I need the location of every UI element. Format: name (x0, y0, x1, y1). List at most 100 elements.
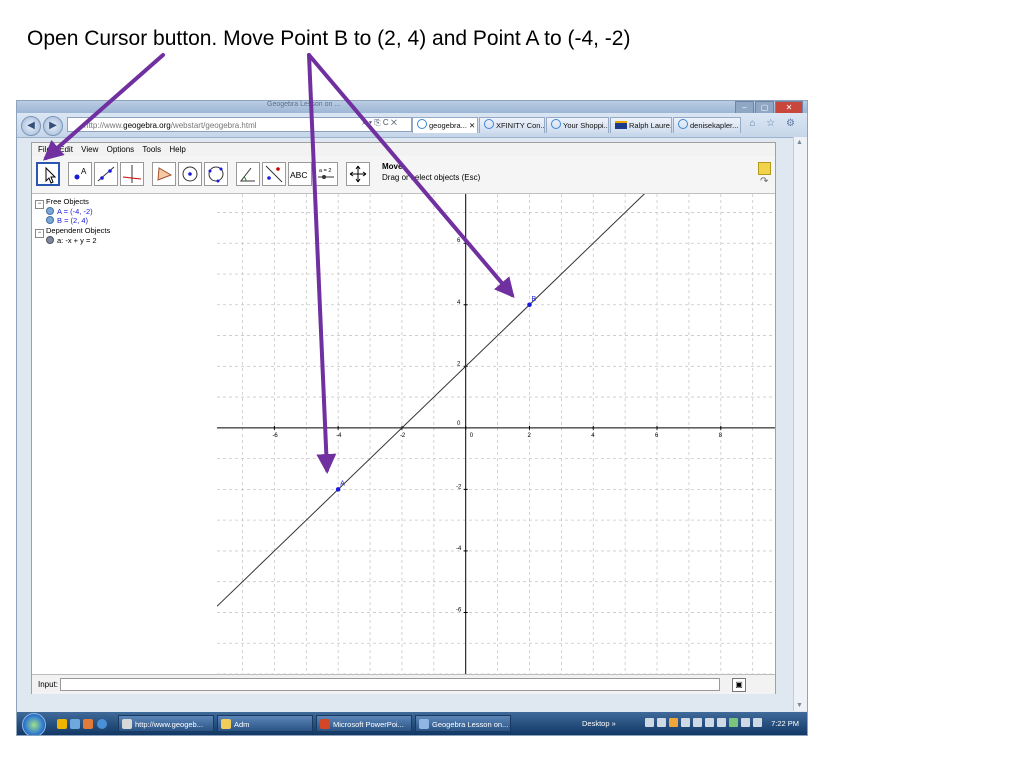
desktop-toolbar[interactable]: Desktop » (582, 715, 616, 732)
menu-file[interactable]: File (38, 145, 51, 154)
tray-icon[interactable] (729, 718, 738, 727)
folder-icon (221, 719, 231, 729)
ie-icon[interactable] (97, 719, 107, 729)
tray-icon[interactable] (693, 718, 702, 727)
y-tick-label: -6 (456, 607, 462, 613)
ie-icon (484, 119, 494, 129)
tray-icon[interactable] (669, 718, 678, 727)
url-path: /webstart/geogebra.html (170, 121, 257, 130)
scroll-down-icon[interactable]: ▼ (796, 702, 803, 709)
tray-icon[interactable] (645, 718, 654, 727)
algebra-view: − Free Objects A = (-4, -2) B = (2, 4) − D… (32, 194, 218, 674)
angle-icon (239, 167, 255, 182)
tab-geogebra[interactable]: geogebra... ✕ (412, 117, 478, 133)
address-bar[interactable]: http://www.geogebra.org/webstart/geogebr… (67, 117, 412, 132)
tab-label: Ralph Laure... (629, 121, 672, 130)
tray-icon[interactable] (657, 718, 666, 727)
point-tool-button[interactable]: A (68, 162, 92, 186)
tray-icon[interactable] (681, 718, 690, 727)
tab-denisekapler[interactable]: denisekapler... (673, 117, 741, 133)
volume-icon[interactable] (753, 718, 762, 727)
algebra-item-point-a[interactable]: A = (-4, -2) (46, 207, 93, 216)
collapse-icon[interactable]: − (35, 200, 44, 209)
window-titlebar: Geogebra Lesson on ... – ▢ ✕ (17, 101, 807, 114)
scroll-up-icon[interactable]: ▲ (796, 139, 803, 146)
move-tool-button[interactable] (36, 162, 60, 186)
point-label-a: A (340, 480, 345, 487)
tab-shopping[interactable]: Your Shoppi... (546, 117, 609, 133)
tab-xfinity[interactable]: XFINITY Con... (479, 117, 545, 133)
input-field[interactable] (60, 678, 720, 691)
move-graphics-view-button[interactable] (346, 162, 370, 186)
reflect-tool-button[interactable] (262, 162, 286, 186)
algebra-item-point-b[interactable]: B = (2, 4) (46, 216, 88, 225)
menu-view[interactable]: View (81, 145, 98, 154)
address-controls[interactable]: ⌕ ▾ ⎘ C ✕ (362, 118, 397, 128)
input-help-button[interactable]: ▣ (732, 678, 746, 692)
collapse-icon[interactable]: − (35, 229, 44, 238)
taskbar-item-powerpoint[interactable]: Microsoft PowerPoi... (316, 715, 412, 732)
graphics-view[interactable]: -6 -4 -2 0 2 4 6 8 6 4 2 0 -2 -4 -6 A B (217, 194, 775, 674)
redo-button[interactable]: ↷ (760, 176, 771, 187)
input-label: Input: (38, 680, 59, 689)
network-icon[interactable] (741, 718, 750, 727)
line-tool-button[interactable] (94, 162, 118, 186)
slider-icon: a = 2 (318, 168, 334, 179)
y-tick-label: -4 (456, 546, 462, 552)
menu-options[interactable]: Options (107, 145, 135, 154)
home-favorites-tools-icons[interactable]: ⌂ ☆ ⚙ (749, 118, 799, 129)
instruction-caption: Open Cursor button. Move Point B to (2, … (27, 27, 631, 50)
slider-tool-button[interactable]: a = 2 (314, 162, 338, 186)
url-prefix: http://www. (84, 121, 124, 130)
angle-tool-button[interactable] (236, 162, 260, 186)
y-tick-label: 0 (457, 421, 461, 427)
firefox-icon[interactable] (83, 719, 93, 729)
start-button[interactable] (22, 713, 46, 735)
ralph-lauren-icon (615, 121, 627, 129)
taskbar-item-presentation[interactable]: Geogebra Lesson on... (415, 715, 511, 732)
text-tool-button[interactable]: ABC (288, 162, 312, 186)
media-player-icon[interactable] (57, 719, 67, 729)
windows-taskbar: http://www.geogeb... Adm Microsoft Power… (17, 712, 807, 735)
cursor-arrow-icon (45, 166, 57, 184)
tray-icon[interactable] (717, 718, 726, 727)
point-b[interactable] (527, 302, 532, 308)
ie-icon (122, 719, 132, 729)
visibility-toggle-icon[interactable] (46, 207, 54, 215)
ie-icon (551, 119, 561, 129)
polygon-icon (157, 167, 173, 181)
menu-help[interactable]: Help (169, 145, 185, 154)
page-scrollbar[interactable]: ▲ ▼ (793, 137, 807, 711)
tool-bar: A ABC a = 2 Move Drag or select objects … (32, 156, 775, 194)
free-objects-label: Free Objects (46, 197, 89, 206)
input-bar: Input: ▣ (32, 674, 775, 694)
show-desktop-icon[interactable] (70, 719, 80, 729)
algebra-item-line-a[interactable]: a: -x + y = 2 (46, 236, 97, 245)
tray-icon[interactable] (705, 718, 714, 727)
visibility-toggle-icon[interactable] (46, 236, 54, 244)
taskbar-item-folder[interactable]: Adm (217, 715, 313, 732)
tab-label: XFINITY Con... (496, 121, 545, 130)
move-view-arrows-icon (349, 165, 367, 183)
back-arrow-icon: ◀ (27, 120, 35, 131)
circle-three-points-tool-button[interactable] (204, 162, 228, 186)
x-tick-label: -4 (336, 433, 342, 439)
perpendicular-tool-button[interactable] (120, 162, 144, 186)
x-tick-label: 8 (719, 433, 723, 439)
tab-ralph-lauren[interactable]: Ralph Laure... (610, 117, 672, 133)
circle-tool-button[interactable] (178, 162, 202, 186)
visibility-toggle-icon[interactable] (46, 216, 54, 224)
menu-edit[interactable]: Edit (59, 145, 73, 154)
forward-button[interactable]: ▶ (43, 116, 63, 136)
clock: 7:22 PM (771, 719, 799, 728)
polygon-tool-button[interactable] (152, 162, 176, 186)
menu-tools[interactable]: Tools (142, 145, 161, 154)
x-tick-label: -2 (400, 433, 406, 439)
undo-button[interactable] (758, 162, 771, 175)
taskbar-item-browser[interactable]: http://www.geogeb... (118, 715, 214, 732)
line-a[interactable] (217, 194, 775, 607)
tab-close-icon[interactable]: ✕ (469, 121, 475, 130)
menu-bar: File Edit View Options Tools Help (32, 143, 775, 156)
back-button[interactable]: ◀ (21, 116, 41, 136)
point-a[interactable] (335, 487, 341, 492)
